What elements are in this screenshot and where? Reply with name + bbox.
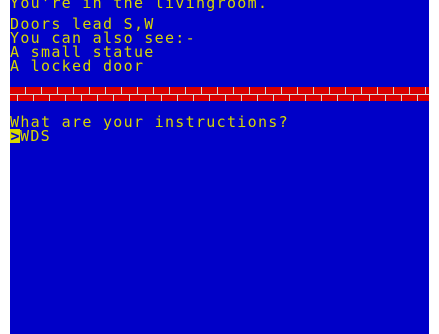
text-window: You're in the livingroom. Doors lead S,W… (10, 0, 429, 334)
command-input[interactable]: >WDS (10, 127, 51, 145)
input-cursor: > (10, 127, 20, 145)
brick-divider (10, 87, 429, 101)
typed-command[interactable]: WDS (20, 127, 51, 145)
instructions-prompt: What are your instructions? (10, 113, 289, 131)
location-heading: You're in the livingroom. (10, 0, 269, 12)
visible-item: A locked door (10, 57, 145, 75)
game-screen: You're in the livingroom. Doors lead S,W… (0, 0, 439, 334)
